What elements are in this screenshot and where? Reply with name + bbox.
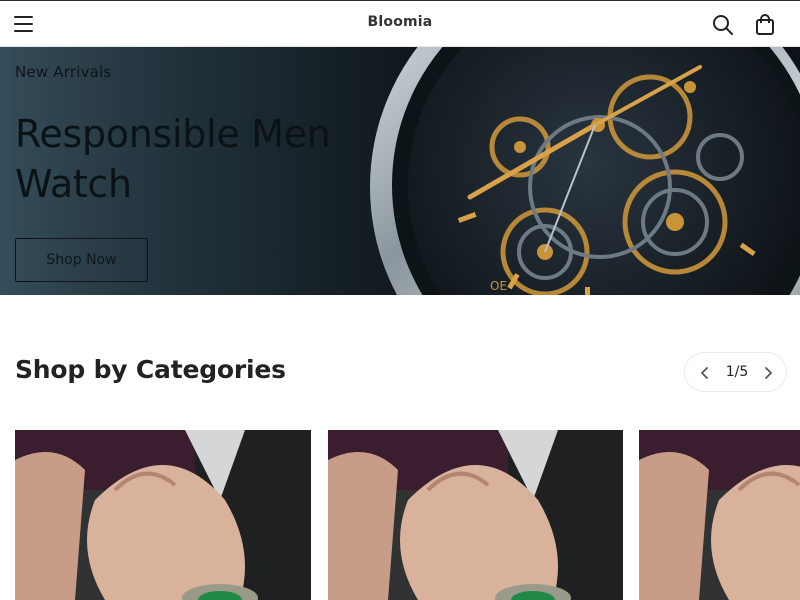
top-navbar: Bloomia xyxy=(0,0,800,47)
shopping-bag-icon[interactable] xyxy=(754,13,776,37)
hero-banner[interactable]: OE New Arrivals Responsible Men Watch Sh… xyxy=(0,47,800,295)
section-title: Shop by Categories xyxy=(15,355,286,384)
bezel-text: OE xyxy=(490,279,507,293)
chevron-left-icon[interactable] xyxy=(695,363,715,383)
wrist-watch-photo xyxy=(639,430,800,600)
category-card[interactable] xyxy=(328,430,623,600)
wrist-watch-photo xyxy=(328,430,623,600)
category-pager: 1/5 xyxy=(684,352,787,392)
pager-count: 1/5 xyxy=(725,364,749,380)
shop-now-button[interactable]: Shop Now xyxy=(15,238,148,282)
hero-eyebrow: New Arrivals xyxy=(15,63,112,81)
search-icon[interactable] xyxy=(711,13,735,37)
hero-title: Responsible Men Watch xyxy=(15,112,331,206)
menu-icon[interactable] xyxy=(12,13,36,35)
category-card[interactable] xyxy=(15,430,311,600)
wrist-watch-photo xyxy=(15,430,311,600)
brand-wrapper: Bloomia xyxy=(0,14,800,30)
chevron-right-icon[interactable] xyxy=(758,363,778,383)
brand-logo-text[interactable]: Bloomia xyxy=(368,14,433,30)
category-card[interactable] xyxy=(639,430,800,600)
